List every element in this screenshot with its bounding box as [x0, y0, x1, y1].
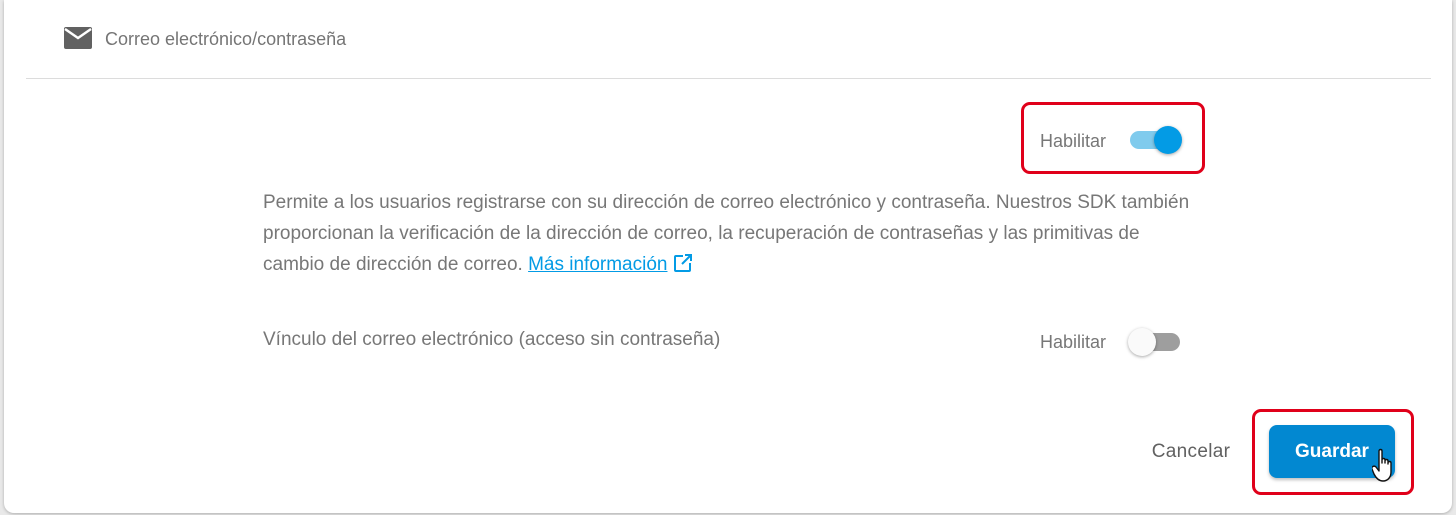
open-in-new-icon[interactable]	[673, 253, 694, 273]
cancel-button[interactable]: Cancelar	[1130, 432, 1252, 472]
hand-cursor-icon	[1372, 448, 1392, 482]
enable-toggle-label: Habilitar	[1040, 131, 1107, 151]
email-link-toggle-label: Habilitar	[1040, 332, 1107, 352]
mail-icon	[64, 27, 92, 49]
description-text: Permite a los usuarios registrarse con s…	[263, 192, 1190, 275]
email-link-label: Vínculo del correo electrónico (acceso s…	[263, 329, 721, 350]
toggle-thumb	[1154, 126, 1182, 154]
email-link-toggle[interactable]	[1128, 324, 1182, 360]
provider-title: Correo electrónico/contraseña	[105, 29, 347, 49]
enable-email-password-toggle[interactable]	[1128, 122, 1182, 158]
provider-header: Correo electrónico/contraseña	[26, 0, 1431, 79]
sign-in-provider-panel: Correo electrónico/contraseña Habilitar …	[4, 0, 1452, 513]
learn-more-link[interactable]: Más información	[528, 254, 667, 275]
toggle-thumb	[1128, 328, 1156, 356]
provider-description: Permite a los usuarios registrarse con s…	[263, 187, 1203, 280]
